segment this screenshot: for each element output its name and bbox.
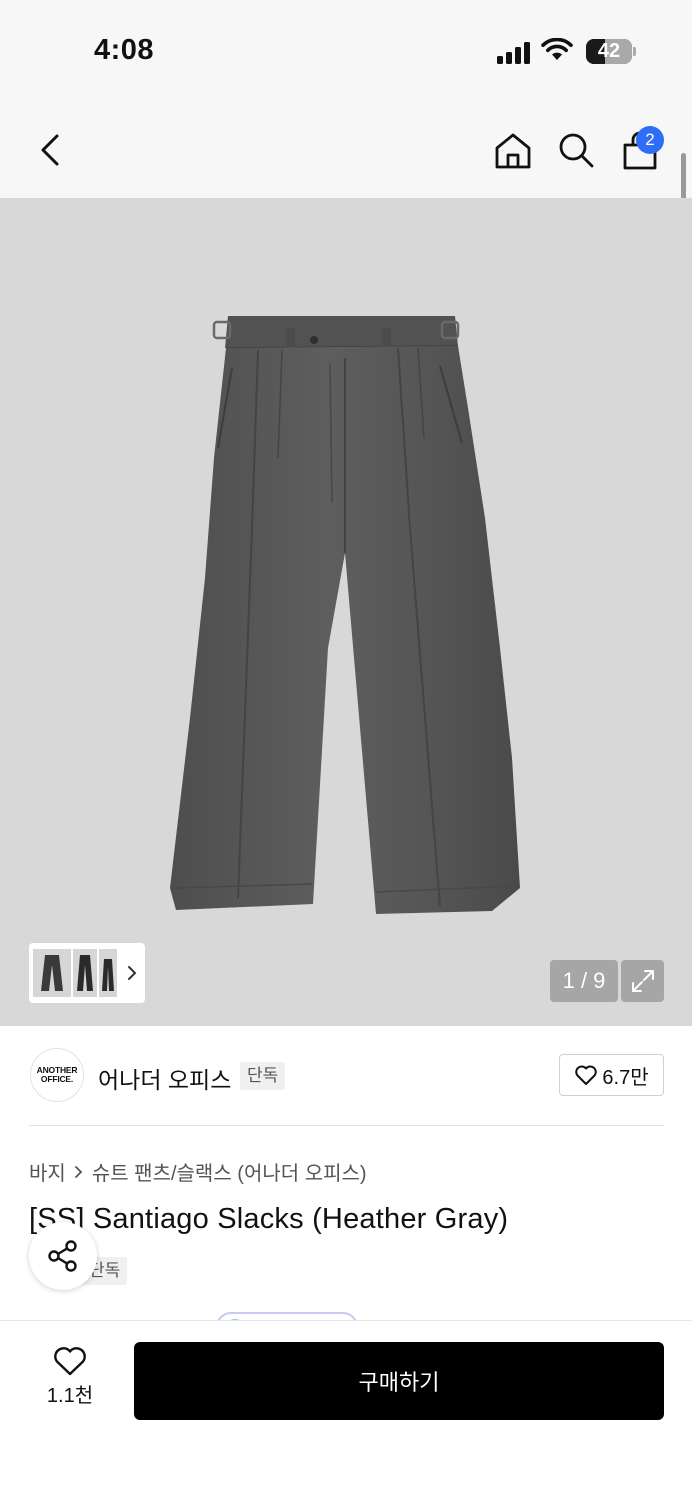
back-button[interactable] [28,128,72,172]
share-icon [48,1240,77,1272]
brand-row: ANOTHER OFFICE. 어나더 오피스 단독 6.7만 [0,1026,692,1126]
battery-tip [633,47,636,56]
heart-icon [54,1347,86,1376]
thumbnail-1[interactable] [33,949,71,997]
chevron-right-icon [74,1165,83,1178]
product-title: [SS] Santiago Slacks (Heather Gray) [29,1203,509,1235]
brand-exclusive-badge: 단독 [240,1062,286,1090]
back-icon [41,134,59,166]
expand-icon [631,970,654,992]
battery-level: 42 [597,40,621,62]
status-bar: 4:08 42 [0,0,692,100]
brand-logo-line2: OFFICE. [40,1074,74,1084]
thumbnail-3[interactable] [99,949,117,997]
brand-like-button[interactable]: 6.7만 [559,1054,664,1096]
share-button[interactable] [29,1222,97,1290]
cart-count-badge: 2 [636,126,664,154]
heart-icon [575,1065,598,1085]
signal-icon [497,42,530,64]
thumbnail-strip[interactable] [29,943,145,1003]
wifi-icon [541,38,573,60]
brand-name[interactable]: 어나더 오피스 [98,1061,231,1095]
wishlist-button[interactable]: 1.1천 [30,1345,110,1421]
home-icon [495,133,531,169]
breadcrumb-item-subcategory[interactable]: 슈트 팬츠/슬랙스 (어나더 오피스) [92,1157,367,1186]
status-time: 4:08 [94,34,155,66]
wishlist-count: 1.1천 [46,1385,94,1407]
breadcrumb: 바지 슈트 팬츠/슬랙스 (어나더 오피스) [29,1157,367,1186]
search-icon [559,133,594,168]
breadcrumb-item-category[interactable]: 바지 [29,1157,66,1186]
image-page-counter: 1 / 9 [550,960,618,1002]
buy-button[interactable]: 구매하기 [134,1342,664,1420]
brand-like-count: 6.7만 [602,1066,649,1089]
product-image-pants [170,316,520,914]
top-nav-bar [0,100,692,198]
chevron-right-icon [128,966,137,980]
thumbnail-2[interactable] [73,949,97,997]
product-image-gallery[interactable]: 1 / 9 [0,198,692,1026]
divider [29,1125,664,1126]
home-button[interactable] [490,128,536,174]
battery-icon: 42 [586,39,632,64]
thumbnail-next-button[interactable] [123,957,141,989]
search-button[interactable] [554,128,598,172]
brand-logo[interactable]: ANOTHER OFFICE. [30,1048,84,1102]
expand-image-button[interactable] [621,960,664,1002]
bottom-action-bar: 1.1천 구매하기 [0,1320,692,1500]
